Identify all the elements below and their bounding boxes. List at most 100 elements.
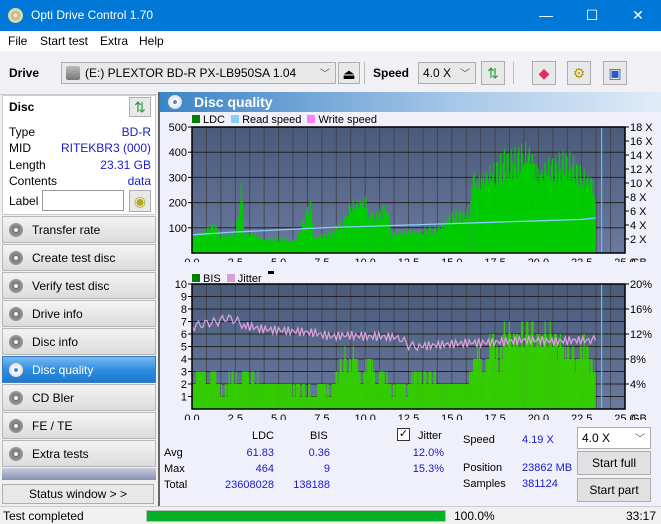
samples-value: 381124 (522, 478, 558, 490)
disc-mid-row: MID RITEKBR3 (000) (9, 141, 153, 157)
ldc-bar (474, 183, 476, 253)
disc-quality-panel: Disc quality LDC Read speed Write speed … (158, 92, 661, 506)
ldc-bar (384, 212, 386, 253)
nav-verify-test-disc[interactable]: Verify test disc (2, 272, 156, 299)
position-value: 23862 MB (522, 462, 573, 474)
ldc-bar (309, 201, 311, 253)
ldc-bar (370, 210, 372, 253)
start-part-button[interactable]: Start part (577, 478, 651, 502)
total-ldc: 23608028 (225, 479, 274, 491)
x-tick-label: 10.0 (354, 413, 375, 420)
extra-tests-icon (9, 447, 23, 461)
ldc-bar (345, 216, 347, 253)
speed-stat-label: Speed (463, 434, 495, 446)
y2-tick-label: 20% (630, 279, 652, 291)
avg-ldc: 61.83 (246, 447, 274, 459)
ldc-bar (386, 210, 388, 253)
ldc-bar (242, 218, 245, 253)
window-title: Opti Drive Control 1.70 (31, 8, 154, 22)
nav-label: FE / TE (32, 419, 73, 433)
bis-bar (344, 346, 346, 409)
nav-drive-info[interactable]: Drive info (2, 300, 156, 327)
disc-contents-label: Contents (9, 174, 58, 188)
nav-label: Create test disc (32, 251, 116, 265)
nav-disc-quality[interactable]: Disc quality (2, 356, 156, 383)
bis-bar (345, 359, 347, 409)
disc-label-button[interactable]: ◉ (129, 190, 151, 212)
status-window-button[interactable]: Status window > > (2, 484, 154, 504)
samples-label: Samples (463, 478, 506, 490)
y-tick-label: 100 (169, 223, 187, 235)
settings-button[interactable]: ⚙ (567, 61, 591, 85)
test-speed-select[interactable]: 4.0 X ﹀ (577, 427, 651, 449)
speed-select[interactable]: 4.0 X ﹀ (418, 62, 476, 84)
disc-length-row: Length 23.31 GB (9, 158, 153, 174)
eject-button[interactable]: ⏏ (338, 62, 360, 84)
test-speed-value: 4.0 X (582, 431, 611, 445)
nav-transfer-rate[interactable]: Transfer rate (2, 216, 156, 243)
save-button[interactable]: ▣ (603, 61, 627, 85)
y-tick-label: 500 (169, 122, 187, 134)
x-tick-label: 5.0 (271, 257, 286, 262)
ldc-bar (212, 226, 214, 253)
fe-te-icon (9, 419, 23, 433)
progress-text: 100.0% (454, 509, 495, 523)
disc-label-input[interactable] (42, 190, 124, 211)
x-tick-label: 7.5 (314, 413, 329, 420)
menu-start-test[interactable]: Start test (40, 34, 88, 48)
minimize-button[interactable]: — (523, 0, 569, 31)
gears-icon: ⚙ (572, 65, 586, 81)
erase-button[interactable]: ◆ (532, 61, 556, 85)
max-ldc: 464 (255, 463, 274, 475)
x-tick-label: 2.5 (228, 413, 243, 420)
y2-tick-label: 8% (630, 354, 646, 366)
menu-help[interactable]: Help (139, 34, 164, 48)
total-label: Total (164, 479, 188, 491)
y2-tick-label: 16 X (630, 136, 653, 148)
ldc-bar (215, 226, 217, 253)
nav-extra-tests[interactable]: Extra tests (2, 440, 156, 467)
refresh-button[interactable]: ⇅ (481, 61, 505, 85)
menu-file[interactable]: File (8, 34, 27, 48)
ldc-bar (592, 192, 594, 253)
drive-select[interactable]: (E:) PLEXTOR BD-R PX-LB950SA 1.04 ﹀ (61, 62, 336, 84)
bis-bar (591, 359, 593, 409)
x-tick-label: 0.0 (184, 413, 199, 420)
bis-bar (593, 371, 595, 409)
y-tick-label: 400 (169, 147, 187, 159)
ldc-bar (382, 205, 384, 253)
ldc-chart: 0.02.55.07.510.012.515.017.520.022.525.0… (169, 122, 654, 262)
nav-fe-te[interactable]: FE / TE (2, 412, 156, 439)
menu-extra[interactable]: Extra (100, 34, 128, 48)
y-tick-label: 4 (181, 354, 187, 366)
ldc-bar (591, 179, 593, 253)
maximize-button[interactable]: ☐ (569, 0, 615, 31)
nav-label: Verify test disc (32, 279, 110, 293)
chevron-down-icon: ﹀ (635, 434, 645, 445)
x-tick-label: 0.0 (184, 257, 199, 262)
jitter-checkbox[interactable]: ✓ (397, 428, 410, 441)
ldc-bar (209, 231, 211, 253)
y2-tick-label: 18 X (630, 122, 653, 134)
disc-refresh-button[interactable]: ⇅ (129, 97, 151, 117)
nav-disc-info[interactable]: Disc info (2, 328, 156, 355)
nav-create-test-disc[interactable]: Create test disc (2, 244, 156, 271)
bis-bar (346, 371, 348, 409)
avg-jitter: 12.0% (412, 447, 444, 459)
start-full-button[interactable]: Start full (577, 451, 651, 475)
disc-label-label: Label (9, 194, 39, 208)
x-tick-label: 10.0 (354, 257, 375, 262)
close-button[interactable]: ✕ (615, 0, 661, 31)
disc-info-icon (9, 335, 23, 349)
x-tick-label: 20.0 (528, 257, 549, 262)
max-label: Max (164, 463, 185, 475)
nav-cd-bler[interactable]: CD Bler (2, 384, 156, 411)
y2-tick-label: 6 X (630, 206, 647, 218)
verify-test-disc-icon (9, 279, 23, 293)
status-text: Test completed (3, 509, 84, 523)
x-tick-label: 12.5 (398, 257, 419, 262)
stats-panel: LDC BIS Avg Max Total 61.83 0.36 464 9 2… (160, 422, 661, 506)
ldc-bar (385, 212, 387, 253)
y-tick-label: 7 (181, 317, 187, 329)
ldc-bar (390, 227, 392, 253)
